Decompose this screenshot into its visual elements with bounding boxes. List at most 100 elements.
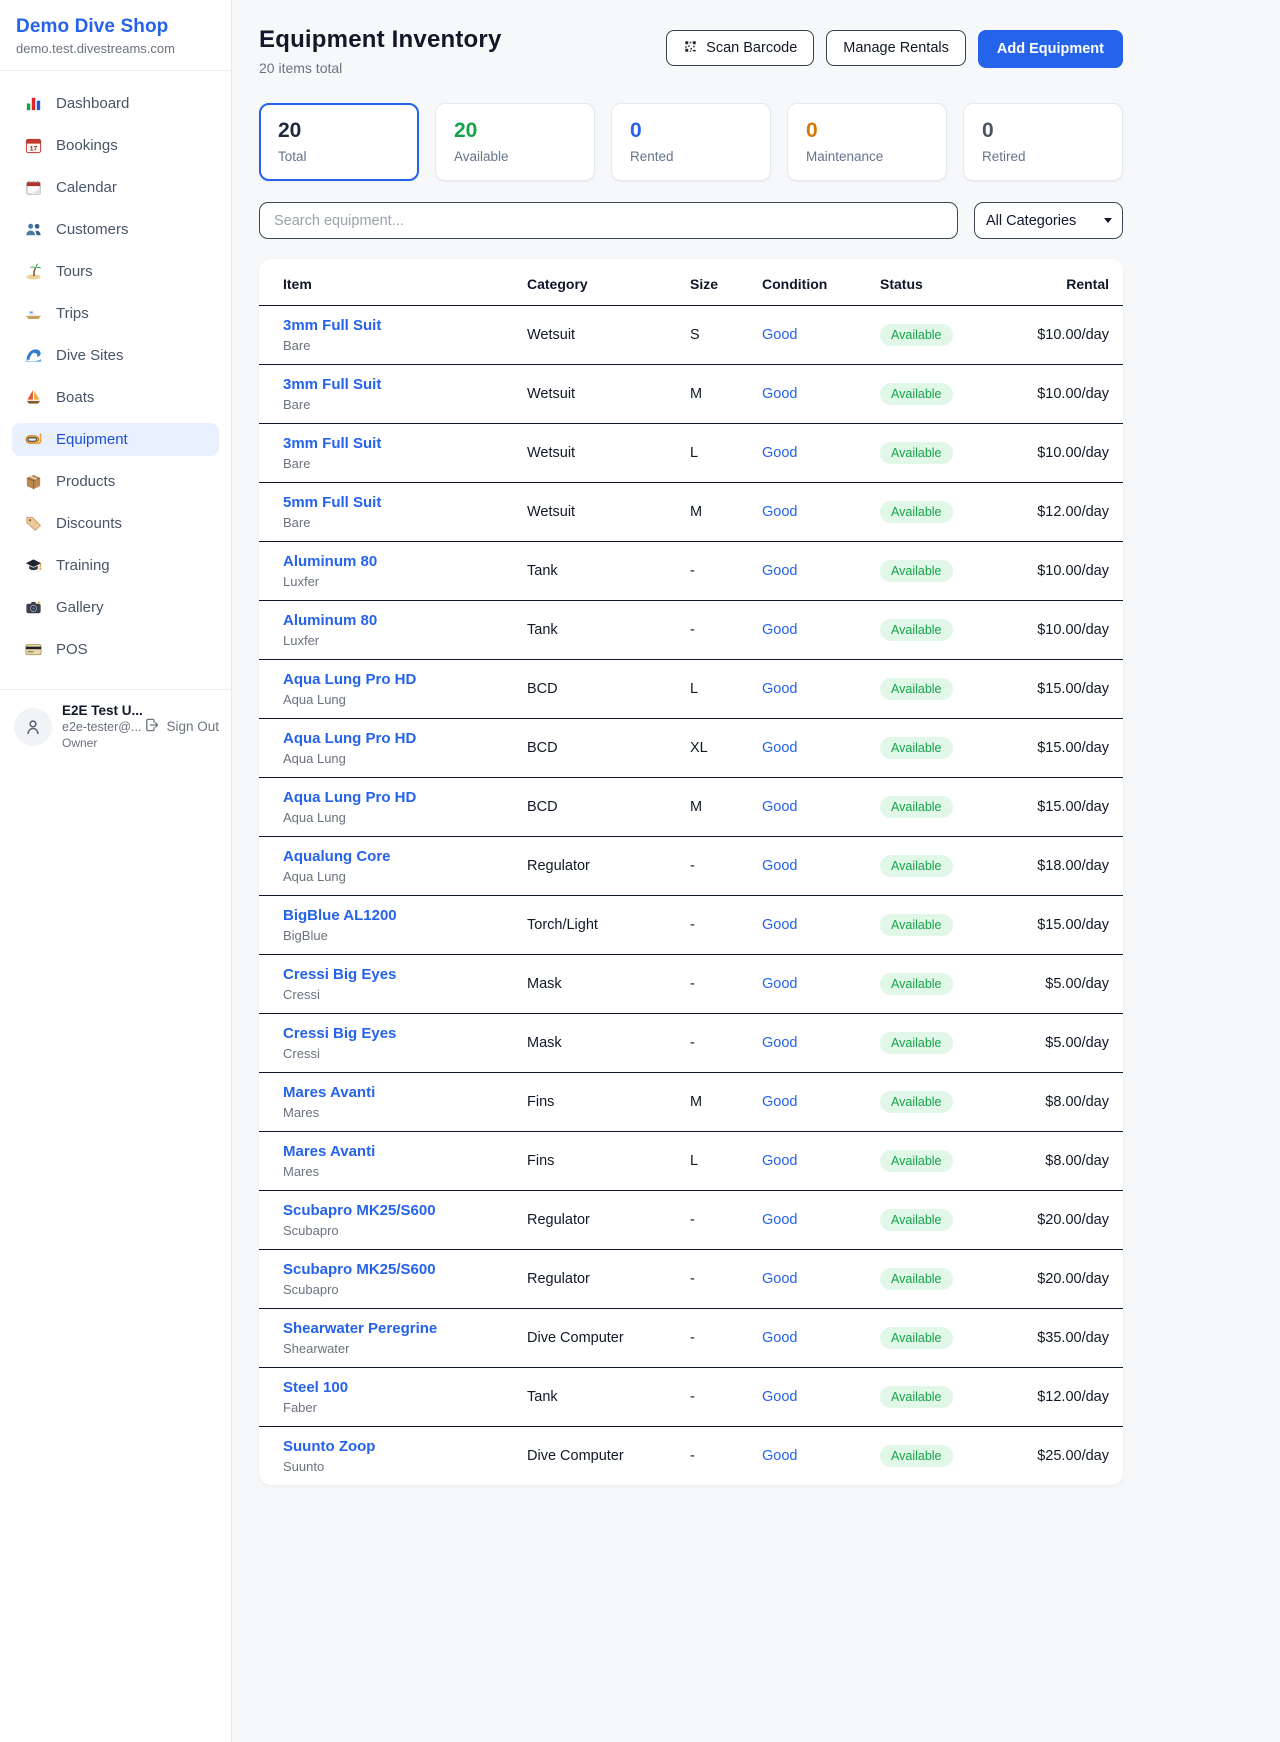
condition-link[interactable]: Good	[762, 445, 797, 461]
item-link[interactable]: Cressi Big Eyes	[283, 966, 527, 983]
manage-rentals-button[interactable]: Manage Rentals	[826, 30, 966, 66]
sidebar-item-boats[interactable]: Boats	[12, 381, 219, 414]
rental-cell: $10.00/day	[1030, 424, 1123, 483]
item-link[interactable]: Mares Avanti	[283, 1143, 527, 1160]
stat-card-maintenance[interactable]: 0Maintenance	[787, 103, 947, 181]
sidebar-item-dive-sites[interactable]: Dive Sites	[12, 339, 219, 372]
calendar-date-icon: 17	[24, 136, 43, 155]
add-equipment-button[interactable]: Add Equipment	[978, 30, 1123, 68]
condition-link[interactable]: Good	[762, 1094, 797, 1110]
stat-card-total[interactable]: 20Total	[259, 103, 419, 181]
sidebar-item-dashboard[interactable]: Dashboard	[12, 87, 219, 120]
category-cell: Regulator	[527, 1250, 690, 1309]
item-link[interactable]: 5mm Full Suit	[283, 494, 527, 511]
condition-link[interactable]: Good	[762, 327, 797, 343]
condition-link[interactable]: Good	[762, 1153, 797, 1169]
size-cell: -	[690, 601, 762, 660]
condition-link[interactable]: Good	[762, 1212, 797, 1228]
condition-link[interactable]: Good	[762, 1035, 797, 1051]
status-badge: Available	[880, 737, 953, 760]
rental-cell: $10.00/day	[1030, 542, 1123, 601]
status-badge: Available	[880, 678, 953, 701]
sidebar-item-customers[interactable]: Customers	[12, 213, 219, 246]
sidebar-item-products[interactable]: Products	[12, 465, 219, 498]
status-badge: Available	[880, 324, 953, 347]
category-select-wrap: All Categories	[974, 202, 1123, 239]
rental-cell: $10.00/day	[1030, 365, 1123, 424]
condition-link[interactable]: Good	[762, 1448, 797, 1464]
brand[interactable]: Demo Dive Shop demo.test.divestreams.com	[0, 0, 231, 71]
sidebar-item-trips[interactable]: Trips	[12, 297, 219, 330]
condition-link[interactable]: Good	[762, 563, 797, 579]
item-link[interactable]: Cressi Big Eyes	[283, 1025, 527, 1042]
item-brand: Luxfer	[283, 633, 527, 648]
condition-link[interactable]: Good	[762, 1389, 797, 1405]
condition-link[interactable]: Good	[762, 1330, 797, 1346]
rental-cell: $10.00/day	[1030, 306, 1123, 365]
item-link[interactable]: 3mm Full Suit	[283, 317, 527, 334]
sidebar-item-training[interactable]: Training	[12, 549, 219, 582]
condition-link[interactable]: Good	[762, 858, 797, 874]
brand-domain: demo.test.divestreams.com	[16, 41, 215, 56]
item-link[interactable]: Aqua Lung Pro HD	[283, 671, 527, 688]
page-header: Equipment Inventory 20 items total	[259, 26, 1123, 76]
sidebar-item-calendar[interactable]: Calendar	[12, 171, 219, 204]
manage-rentals-label: Manage Rentals	[843, 40, 949, 56]
item-link[interactable]: BigBlue AL1200	[283, 907, 527, 924]
sidebar-item-label: Bookings	[56, 137, 118, 155]
category-cell: Tank	[527, 542, 690, 601]
item-link[interactable]: 3mm Full Suit	[283, 435, 527, 452]
sign-out-button[interactable]: Sign Out	[144, 717, 219, 736]
condition-link[interactable]: Good	[762, 740, 797, 756]
sidebar-item-label: Tours	[56, 263, 93, 281]
item-link[interactable]: Shearwater Peregrine	[283, 1320, 527, 1337]
item-link[interactable]: Aqualung Core	[283, 848, 527, 865]
item-link[interactable]: Aqua Lung Pro HD	[283, 789, 527, 806]
status-badge: Available	[880, 1032, 953, 1055]
sidebar-item-discounts[interactable]: Discounts	[12, 507, 219, 540]
item-link[interactable]: Aluminum 80	[283, 612, 527, 629]
condition-link[interactable]: Good	[762, 799, 797, 815]
condition-link[interactable]: Good	[762, 504, 797, 520]
stat-card-rented[interactable]: 0Rented	[611, 103, 771, 181]
sidebar-item-equipment[interactable]: Equipment	[12, 423, 219, 456]
condition-link[interactable]: Good	[762, 1271, 797, 1287]
condition-link[interactable]: Good	[762, 976, 797, 992]
item-link[interactable]: Steel 100	[283, 1379, 527, 1396]
item-link[interactable]: Scubapro MK25/S600	[283, 1202, 527, 1219]
sidebar-item-tours[interactable]: Tours	[12, 255, 219, 288]
rental-cell: $12.00/day	[1030, 483, 1123, 542]
status-badge: Available	[880, 501, 953, 524]
sidebar-item-gallery[interactable]: Gallery	[12, 591, 219, 624]
column-header-condition: Condition	[762, 259, 880, 306]
size-cell: S	[690, 306, 762, 365]
stat-card-retired[interactable]: 0Retired	[963, 103, 1123, 181]
item-brand: Aqua Lung	[283, 810, 527, 825]
status-badge: Available	[880, 855, 953, 878]
person-icon	[22, 716, 44, 738]
size-cell: -	[690, 1309, 762, 1368]
condition-link[interactable]: Good	[762, 386, 797, 402]
condition-link[interactable]: Good	[762, 622, 797, 638]
item-link[interactable]: Aqua Lung Pro HD	[283, 730, 527, 747]
brand-name[interactable]: Demo Dive Shop	[16, 16, 215, 38]
sidebar-item-pos[interactable]: POS	[12, 633, 219, 666]
condition-link[interactable]: Good	[762, 681, 797, 697]
item-brand: Scubapro	[283, 1282, 527, 1297]
category-cell: Fins	[527, 1073, 690, 1132]
rental-cell: $18.00/day	[1030, 837, 1123, 896]
item-link[interactable]: Aluminum 80	[283, 553, 527, 570]
stat-card-available[interactable]: 20Available	[435, 103, 595, 181]
status-badge: Available	[880, 1268, 953, 1291]
size-cell: -	[690, 1368, 762, 1427]
scan-barcode-button[interactable]: Scan Barcode	[666, 30, 814, 66]
item-link[interactable]: 3mm Full Suit	[283, 376, 527, 393]
search-input[interactable]	[259, 202, 958, 239]
category-select[interactable]: All Categories	[974, 202, 1123, 239]
sidebar-item-bookings[interactable]: 17 Bookings	[12, 129, 219, 162]
rental-cell: $35.00/day	[1030, 1309, 1123, 1368]
condition-link[interactable]: Good	[762, 917, 797, 933]
item-link[interactable]: Mares Avanti	[283, 1084, 527, 1101]
item-link[interactable]: Scubapro MK25/S600	[283, 1261, 527, 1278]
item-link[interactable]: Suunto Zoop	[283, 1438, 527, 1455]
